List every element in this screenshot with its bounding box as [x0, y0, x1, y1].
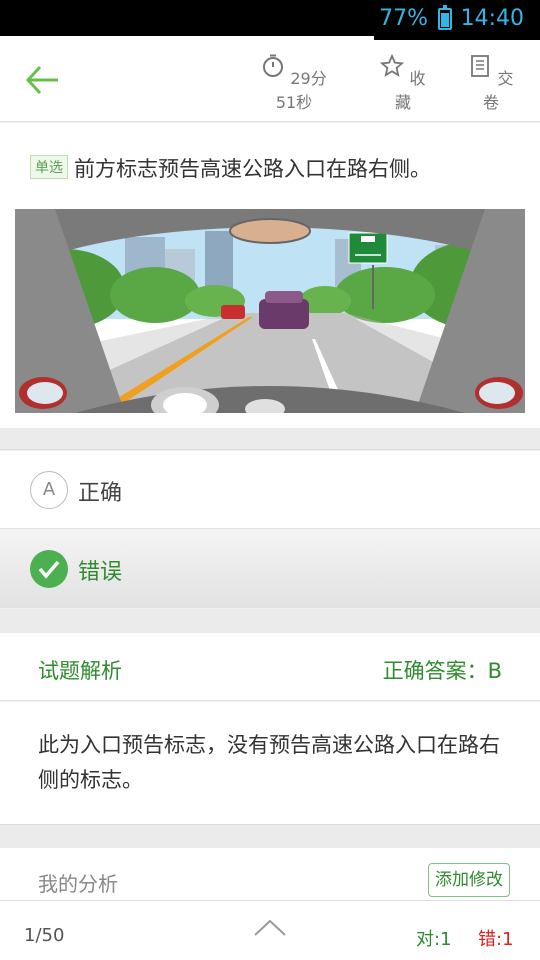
- question-card: 单选 前方标志预告高速公路入口在路右侧。: [0, 123, 540, 428]
- option-text: 错误: [78, 560, 123, 585]
- section-divider: [0, 609, 540, 633]
- star-icon: [380, 53, 405, 77]
- toolbar: 29分51秒 收藏 交卷: [0, 40, 540, 122]
- road-scene-illustration: [15, 209, 525, 413]
- expand-button[interactable]: [252, 915, 288, 939]
- analysis-title: 试题解析: [38, 659, 122, 683]
- battery-icon: [438, 5, 452, 30]
- clock: 14:40: [460, 6, 524, 31]
- analysis-header: 试题解析 正确答案：B: [0, 633, 540, 701]
- question-text: 前方标志预告高速公路入口在路右侧。: [74, 157, 431, 181]
- status-bar: 77% 14:40: [0, 0, 540, 40]
- wrong-count: 错:1: [478, 929, 514, 950]
- my-analysis-section: 我的分析 添加修改: [0, 848, 540, 900]
- check-circle-icon: [30, 550, 68, 588]
- my-analysis-title: 我的分析: [38, 872, 118, 896]
- analysis-body: 此为入口预告标志，没有预告高速公路入口在路右侧的标志。: [0, 702, 540, 824]
- option-letter-badge: A: [30, 471, 68, 509]
- option-text: 正确: [78, 481, 123, 506]
- timer: 29分51秒: [252, 54, 336, 113]
- document-icon: [471, 55, 490, 77]
- question-image: [15, 209, 525, 413]
- section-divider: [0, 428, 540, 450]
- analysis-text: 此为入口预告标志，没有预告高速公路入口在路右侧的标志。: [38, 733, 500, 792]
- bottom-bar: 1/50 对:1 错:1: [0, 900, 540, 960]
- page-indicator: 1/50: [24, 925, 65, 946]
- favorite-button[interactable]: 收藏: [380, 53, 426, 113]
- question-type-badge: 单选: [30, 155, 68, 179]
- option-b[interactable]: 错误: [0, 530, 540, 608]
- chevron-up-icon: [254, 919, 286, 936]
- correct-answer: 正确答案：B: [382, 659, 502, 683]
- arrow-left-icon: [25, 65, 58, 95]
- section-divider: [0, 824, 540, 848]
- back-button[interactable]: [22, 60, 62, 100]
- option-a[interactable]: A 正确: [0, 451, 540, 529]
- correct-count: 对:1: [416, 929, 452, 950]
- battery-percent: 77%: [379, 6, 428, 31]
- submit-button[interactable]: 交卷: [468, 54, 514, 113]
- stopwatch-icon: [263, 54, 284, 77]
- add-edit-button[interactable]: 添加修改: [428, 863, 510, 897]
